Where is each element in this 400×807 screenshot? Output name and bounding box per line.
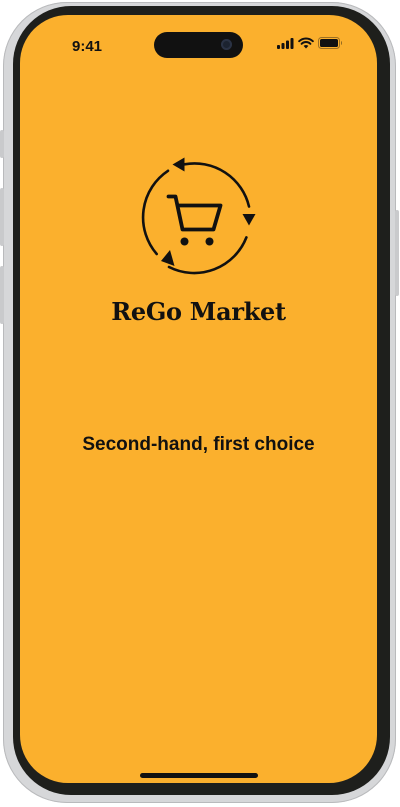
status-time: 9:41 [72,38,103,55]
front-camera [221,39,232,50]
battery-icon [318,36,343,54]
recycle-cart-icon [134,155,262,283]
status-bar: 9:41 [20,15,377,63]
dynamic-island [154,32,243,58]
mute-switch [0,130,4,158]
power-button [395,210,399,296]
brand-name: ReGo Market [111,297,286,326]
wifi-icon [298,36,314,54]
tagline: Second-hand, first choice [82,434,315,455]
cellular-signal-icon [277,36,294,54]
volume-up-button [0,188,4,246]
splash-screen[interactable]: 9:41 ReGo Market Second-hand, first choi… [20,15,377,783]
status-icons [277,36,343,54]
home-indicator[interactable] [140,773,258,778]
volume-down-button [0,266,4,324]
